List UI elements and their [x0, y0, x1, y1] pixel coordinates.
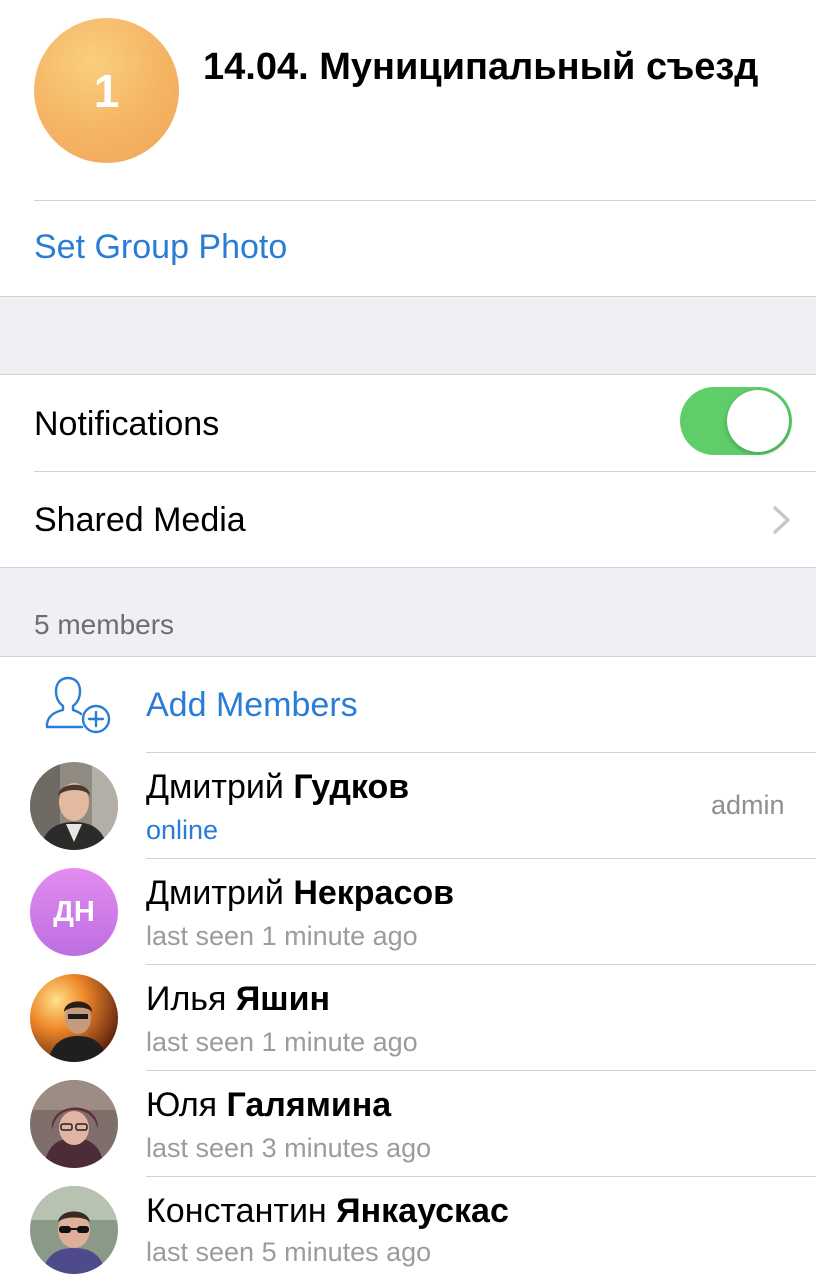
member-first-name: Дмитрий: [146, 768, 284, 806]
member-name: Илья Яшин: [146, 980, 330, 1019]
member-status: last seen 1 minute ago: [146, 1027, 418, 1057]
avatar: [30, 1080, 118, 1168]
avatar: ДН: [30, 868, 118, 956]
group-avatar-letter: 1: [93, 64, 120, 117]
member-first-name: Юля: [146, 1086, 218, 1124]
divider: [34, 200, 816, 201]
section-spacer: [0, 296, 816, 374]
member-last-name: Янкаускас: [336, 1192, 509, 1230]
add-member-icon: [45, 676, 111, 734]
member-status: last seen 1 minute ago: [146, 921, 418, 951]
member-name: Юля Галямина: [146, 1086, 391, 1125]
group-title: 14.04. Муниципальный съезд: [203, 46, 759, 88]
member-last-name: Галямина: [226, 1086, 392, 1124]
member-first-name: Илья: [146, 980, 227, 1018]
member-last-name: Некрасов: [293, 874, 455, 912]
group-avatar[interactable]: 1: [34, 18, 179, 163]
member-first-name: Дмитрий: [146, 874, 284, 912]
member-last-name: Яшин: [235, 980, 331, 1018]
member-name: Константин Янкаускас: [146, 1192, 509, 1231]
avatar: [30, 762, 118, 850]
notifications-toggle[interactable]: [680, 387, 792, 455]
members-count: 5 members: [34, 609, 175, 640]
avatar-initials: ДН: [53, 895, 95, 928]
notifications-label: Notifications: [34, 405, 220, 443]
member-name: Дмитрий Гудков: [146, 768, 409, 807]
divider: [0, 567, 816, 568]
member-status: online: [146, 815, 219, 845]
set-group-photo-button[interactable]: Set Group Photo: [34, 228, 287, 267]
add-members-row[interactable]: [0, 657, 816, 752]
toggle-knob: [727, 390, 789, 452]
shared-media-label: Shared Media: [34, 501, 246, 539]
avatar: [30, 974, 118, 1062]
member-first-name: Константин: [146, 1192, 327, 1230]
divider: [0, 374, 816, 375]
admin-badge: admin: [711, 790, 785, 820]
member-status: last seen 5 minutes ago: [146, 1237, 432, 1267]
chevron-right-icon: [773, 506, 790, 534]
avatar: [30, 1186, 118, 1274]
add-members-label: Add Members: [146, 686, 358, 724]
member-name: Дмитрий Некрасов: [146, 874, 454, 913]
member-last-name: Гудков: [293, 768, 410, 806]
divider: [0, 296, 816, 297]
member-status: last seen 3 minutes ago: [146, 1133, 432, 1163]
